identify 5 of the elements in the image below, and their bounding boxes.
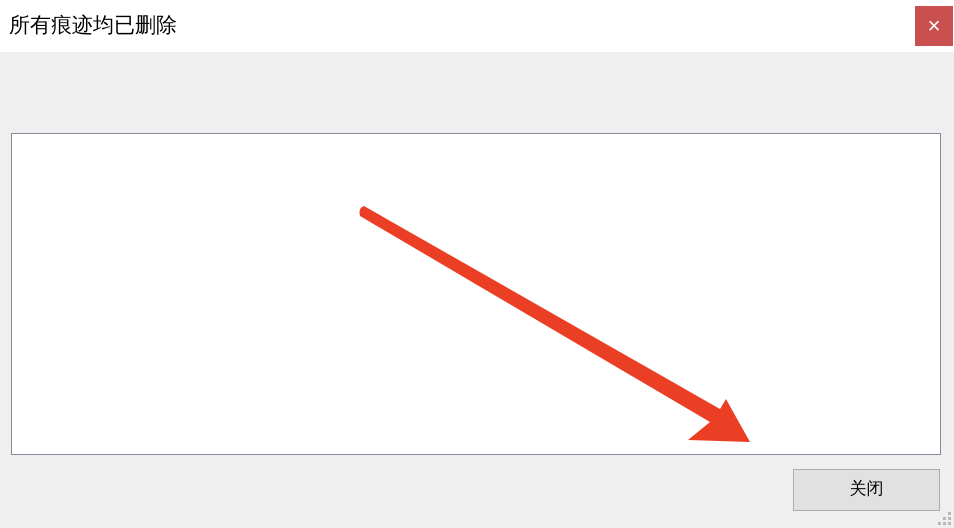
window-title: 所有痕迹均已删除 bbox=[9, 12, 177, 40]
close-dialog-button[interactable]: 关闭 bbox=[793, 469, 940, 511]
resize-grip-icon bbox=[938, 512, 952, 526]
text-area[interactable] bbox=[11, 133, 941, 455]
close-button[interactable]: × bbox=[915, 6, 953, 46]
